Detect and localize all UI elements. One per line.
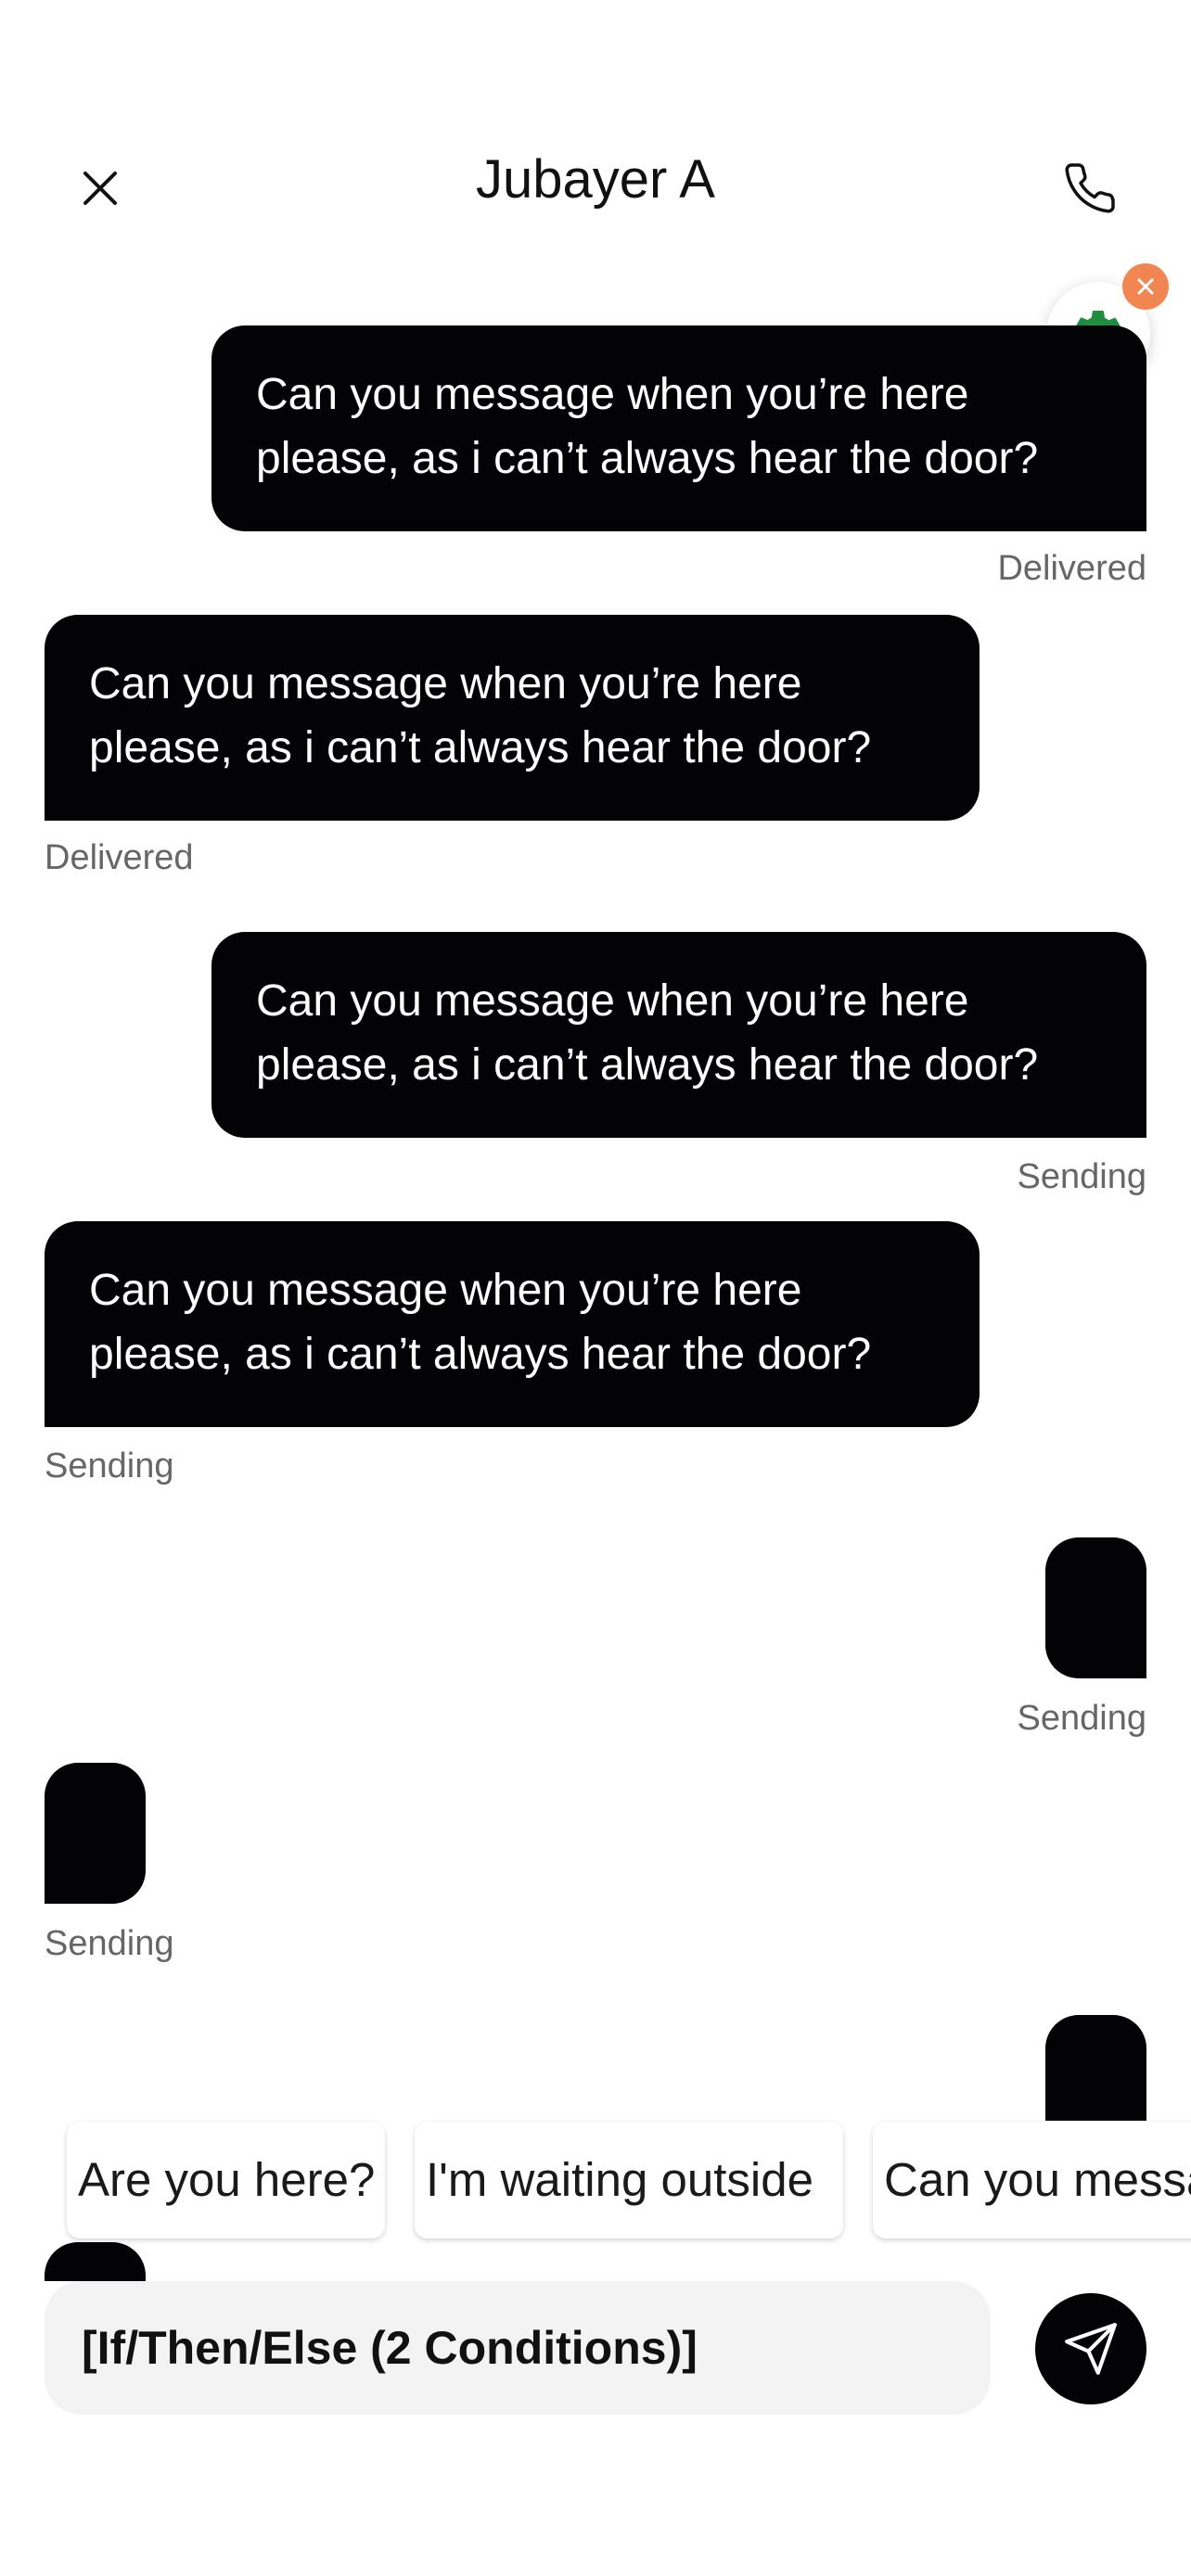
message-input[interactable]	[80, 2320, 955, 2376]
call-button[interactable]	[1045, 144, 1134, 233]
message-bubble-outgoing[interactable]	[1045, 2015, 1146, 2121]
send-button[interactable]	[1035, 2293, 1146, 2404]
message-status: Delivered	[997, 549, 1146, 588]
quick-reply-chip[interactable]: Are you here?	[67, 2122, 385, 2238]
phone-icon	[1065, 163, 1115, 213]
message-bubble-outgoing[interactable]: Can you message when you’re here please,…	[211, 325, 1146, 531]
message-status: Delivered	[45, 838, 194, 877]
message-status: Sending	[1017, 1699, 1146, 1738]
quick-replies: Are you here? I'm waiting outside Can yo…	[0, 2120, 1191, 2250]
message-bubble-incoming[interactable]	[45, 1763, 146, 1904]
message-bubble-outgoing[interactable]: Can you message when you’re here please,…	[211, 932, 1146, 1138]
send-icon	[1065, 2323, 1117, 2375]
message-bubble-outgoing[interactable]	[1045, 1537, 1146, 1678]
close-icon	[1137, 278, 1154, 295]
quick-reply-chip[interactable]: I'm waiting outside	[415, 2122, 843, 2238]
chat-header: Jubayer A	[0, 0, 1191, 278]
dismiss-fab-button[interactable]	[1122, 263, 1169, 310]
message-status: Sending	[45, 1447, 174, 1486]
quick-reply-chip[interactable]: Can you messa	[873, 2122, 1191, 2238]
message-bubble-incoming[interactable]: Can you message when you’re here please,…	[45, 615, 980, 821]
message-composer	[45, 2281, 991, 2415]
contact-name: Jubayer A	[476, 149, 715, 210]
message-bubble-incoming[interactable]: Can you message when you’re here please,…	[45, 1221, 980, 1427]
message-status: Sending	[1017, 1157, 1146, 1196]
message-status: Sending	[45, 1924, 174, 1963]
